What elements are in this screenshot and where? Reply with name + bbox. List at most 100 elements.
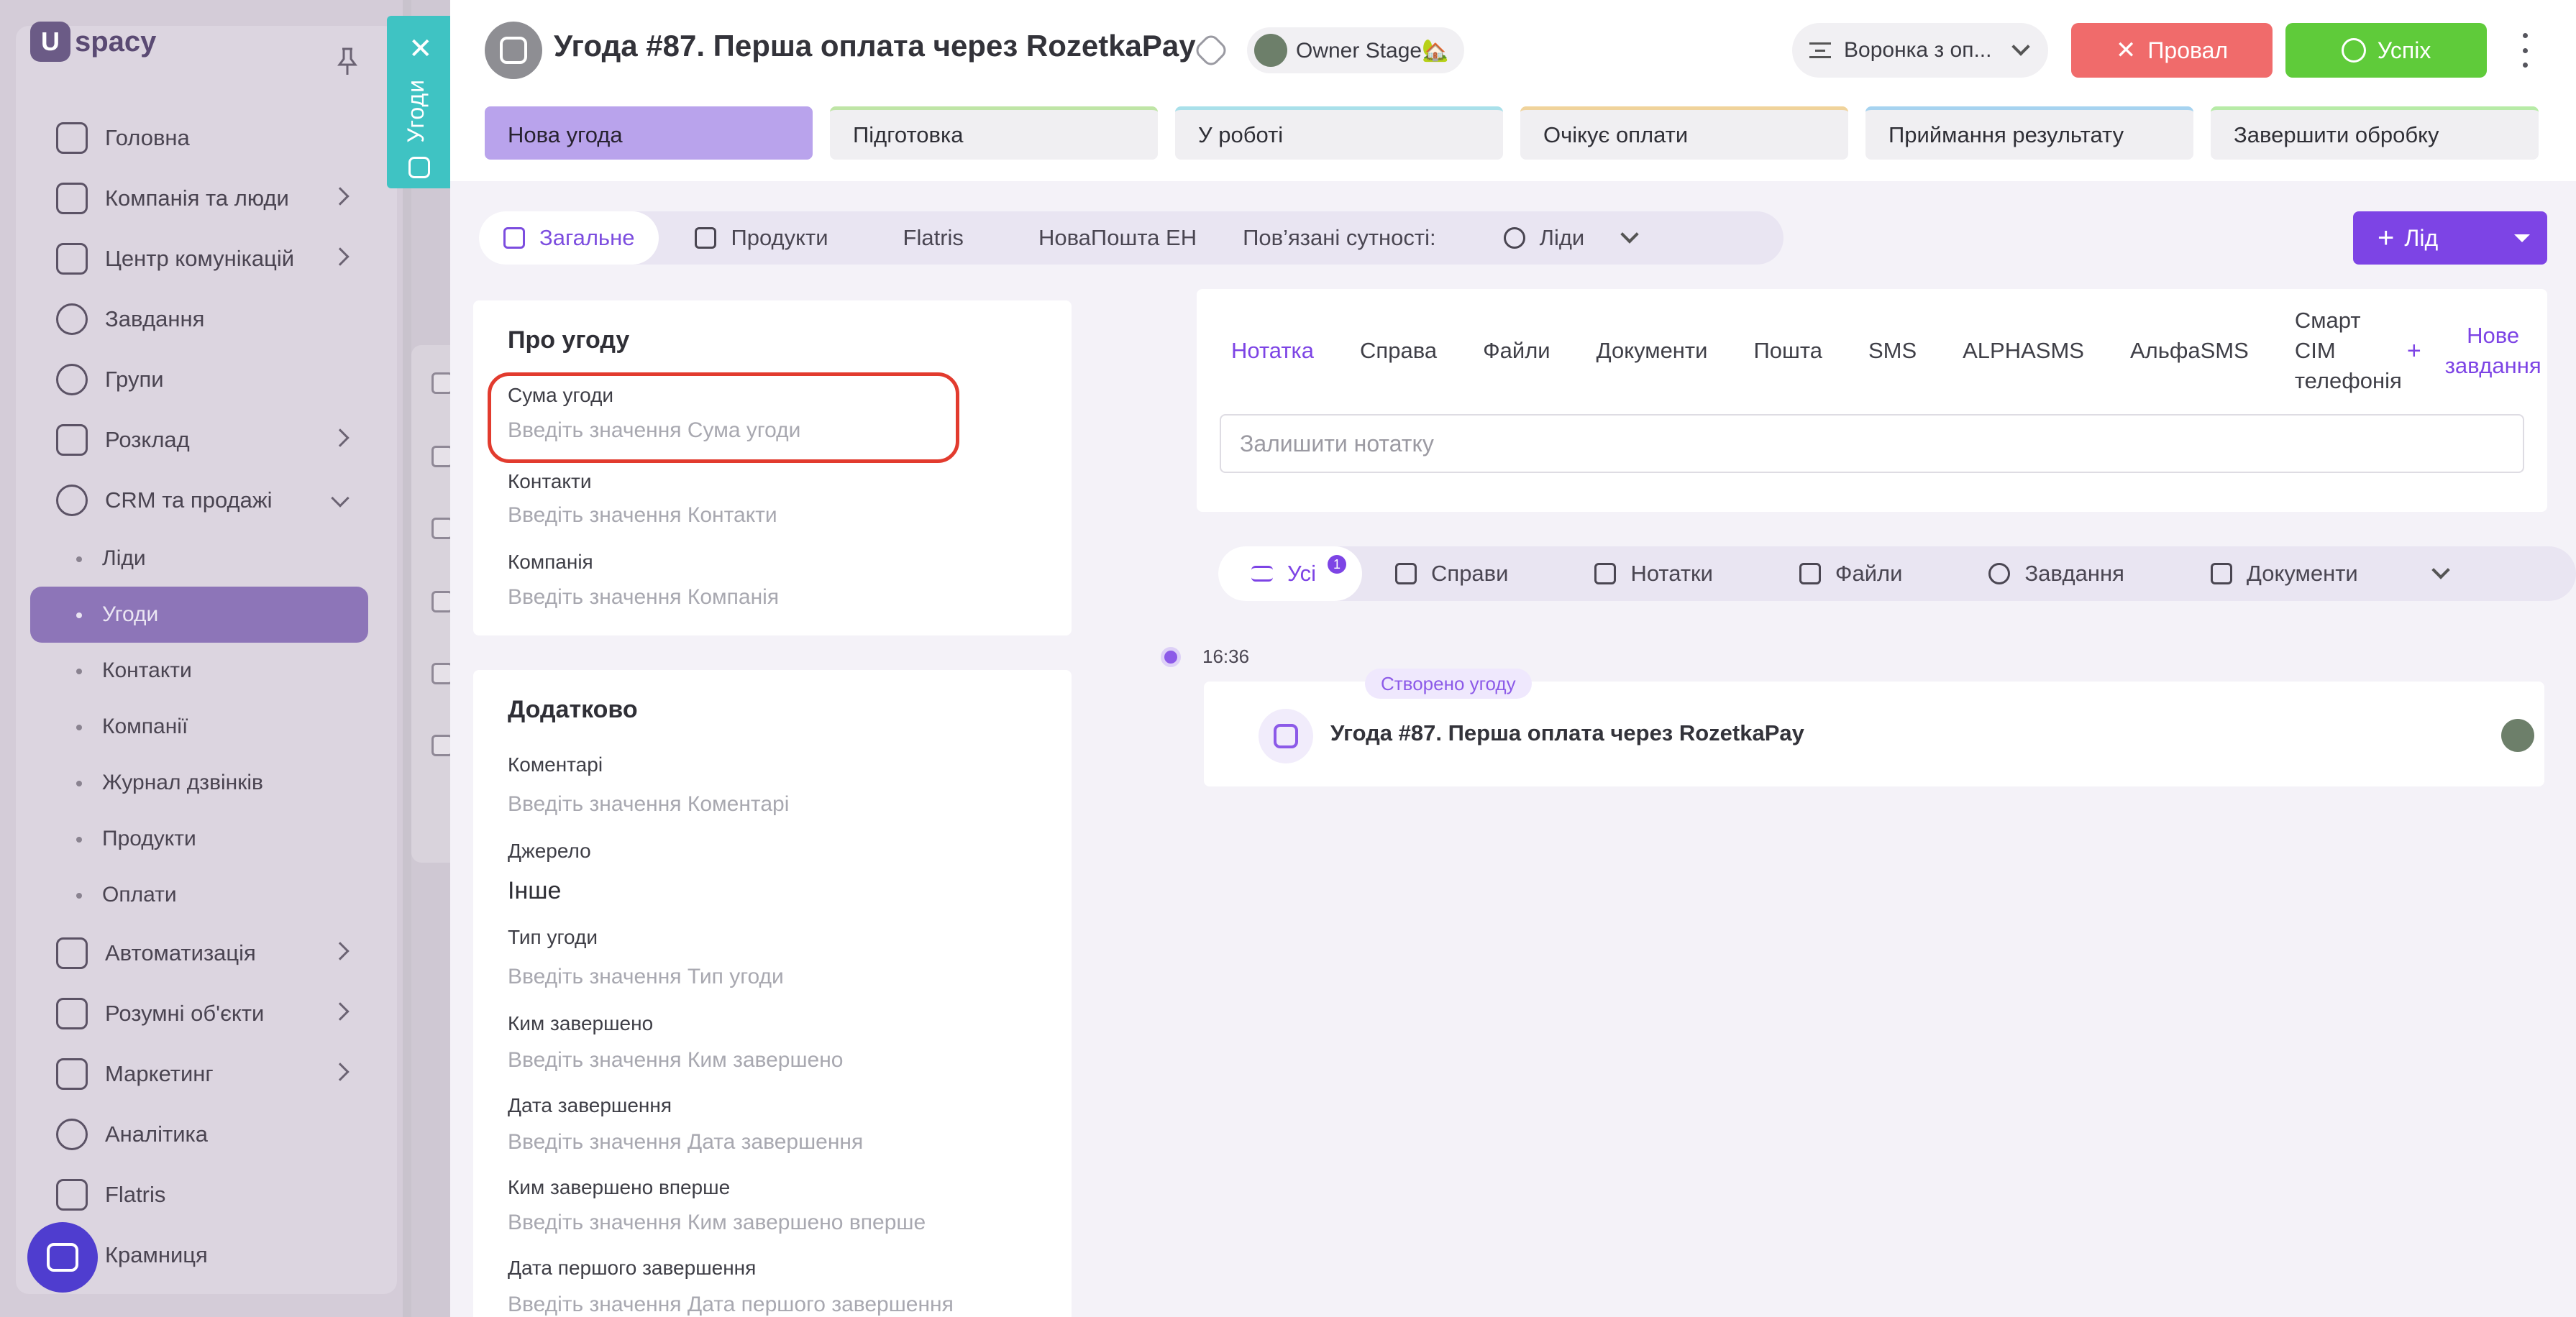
pin-icon[interactable] [337,47,358,76]
field-label-deal-type: Тип угоди [508,926,598,948]
note-input[interactable]: Залишити нотатку [1220,414,2524,473]
filter-documents[interactable]: Документи [2157,546,2391,601]
field-label-contacts: Контакти [508,470,592,492]
logo-text: spacy [75,25,157,58]
tab-leads[interactable]: Ліди [1461,211,1609,265]
tab-documents[interactable]: Документи [1597,338,1708,364]
fail-button[interactable]: ✕ Провал [2071,23,2273,78]
support-chat-button[interactable] [27,1222,98,1293]
sidebar-item-tasks[interactable]: Завдання [30,289,368,349]
chevron-down-icon [331,489,350,508]
sidebar-subitem-deals[interactable]: Угоди [30,587,368,643]
stage-result-acceptance[interactable]: Приймання результату [1865,106,2193,160]
sidebar-subitem-call-log[interactable]: Журнал дзвінків [30,755,368,811]
field-label-source: Джерело [508,840,591,862]
caret-down-icon [2514,234,2530,242]
tab-alphasms[interactable]: ALPHASMS [1963,338,2084,364]
completion-date-field[interactable]: Введіть значення Дата завершення [508,1130,863,1155]
sidebar: U spacy Головна Компанія та люди Центр к… [0,0,403,1317]
stage-preparation[interactable]: Підготовка [830,106,1158,160]
sidebar-item-company[interactable]: Компанія та люди [30,168,368,229]
add-lead-dropdown[interactable] [2497,211,2547,265]
tab-sms[interactable]: SMS [1868,338,1917,364]
filter-label: Усі [1287,561,1317,586]
sidebar-item-schedule[interactable]: Розклад [30,410,368,470]
stage-in-progress[interactable]: У роботі [1175,106,1503,160]
sidebar-subitem-payments[interactable]: Оплати [30,867,368,923]
sidebar-item-groups[interactable]: Групи [30,349,368,410]
funnel-select[interactable]: Воронка з оп... [1792,23,2048,78]
sidebar-subitem-companies[interactable]: Компанії [30,699,368,755]
sidebar-item-marketing[interactable]: Маркетинг [30,1044,368,1104]
close-icon[interactable]: ✕ [408,35,433,63]
contacts-field[interactable]: Введіть значення Контакти [508,503,777,528]
deals-side-tab[interactable]: ✕ Угоди [387,16,450,188]
first-completed-by-field[interactable]: Введіть значення Ким завершено вперше [508,1211,926,1235]
chevron-down-icon[interactable] [1620,225,1639,244]
more-menu-icon[interactable] [2514,33,2536,68]
highlight-annotation [488,372,959,463]
stage-awaiting-payment[interactable]: Очікує оплати [1520,106,1848,160]
filter-all[interactable]: Усі 1 [1218,546,1363,601]
chevron-right-icon [331,247,350,266]
source-field[interactable]: Інше [508,877,561,905]
activity-tabs: Нотатка Справа Файли Документи Пошта SMS… [1231,308,2551,393]
stage-new-deal[interactable]: Нова угода [485,106,813,160]
calendar-icon [1395,563,1417,584]
filter-files[interactable]: Файли [1746,546,1936,601]
comments-field[interactable]: Введіть значення Коментарі [508,792,789,817]
tab-case[interactable]: Справа [1360,338,1437,364]
sidebar-item-analytics[interactable]: Аналітика [30,1104,368,1165]
completed-by-field[interactable]: Введіть значення Ким завершено [508,1048,844,1073]
tab-files[interactable]: Файли [1483,338,1550,364]
sidebar-item-flatris[interactable]: Flatris [30,1165,368,1225]
sidebar-item-home[interactable]: Головна [30,108,368,168]
owner-badge[interactable]: Owner Stage🏡 [1247,27,1465,73]
field-label-completion-date: Дата завершення [508,1094,672,1116]
home-icon [56,122,88,154]
sidebar-item-communications[interactable]: Центр комунікацій [30,229,368,289]
tab-alfasms[interactable]: АльфаSMS [2130,338,2249,364]
link-icon[interactable] [1192,32,1230,69]
tab-note[interactable]: Нотатка [1231,338,1314,364]
tab-smart-sim[interactable]: Смарт СІМ телефонія [2295,306,2402,396]
filter-cases[interactable]: Справи [1362,546,1541,601]
deal-icon [500,37,527,64]
owner-name: Owner Stage🏡 [1296,38,1449,63]
status-badge: Створено угоду [1365,669,1532,699]
success-button[interactable]: Успіх [2285,23,2487,78]
sidebar-item-automation[interactable]: Автоматизація [30,923,368,983]
sidebar-subitem-products[interactable]: Продукти [30,811,368,867]
deal-icon [1259,709,1313,763]
sidebar-subitem-leads[interactable]: Ліди [30,531,368,587]
stage-finish-processing[interactable]: Завершити обробку [2211,106,2539,160]
first-completion-date-field[interactable]: Введіть значення Дата першого завершення [508,1293,954,1317]
sidebar-item-smart-objects[interactable]: Розумні об'єкти [30,983,368,1044]
success-button-label: Успіх [2377,37,2431,63]
fail-button-label: Провал [2147,37,2229,63]
list-icon [1251,566,1273,582]
add-lead-button[interactable]: + Лід [2353,211,2547,265]
count-badge: 1 [1328,555,1347,574]
logo[interactable]: U spacy [30,22,156,62]
filter-label: Файли [1835,561,1903,586]
tab-products[interactable]: Продукти [659,211,852,265]
chevron-down-icon[interactable] [2431,561,2450,579]
tab-general[interactable]: Загальне [479,211,659,265]
new-task-button[interactable]: + Нове завдання [2407,321,2551,381]
sidebar-subitem-contacts[interactable]: Контакти [30,643,368,699]
company-field[interactable]: Введіть значення Компанія [508,585,779,610]
sidebar-item-label: Flatris [105,1182,166,1207]
filter-notes[interactable]: Нотатки [1541,546,1745,601]
sidebar-item-label: Автоматизація [105,940,256,965]
filter-tasks[interactable]: Завдання [1935,546,2157,601]
new-task-label: Нове завдання [2444,323,2541,378]
database-icon [56,485,88,516]
field-label-first-completed-by: Ким завершено вперше [508,1176,731,1198]
tab-flatris[interactable]: Flatris [853,211,988,265]
deal-type-field[interactable]: Введіть значення Тип угоди [508,965,784,989]
tab-novaposhta[interactable]: НоваПошта ЕН [988,211,1221,265]
sidebar-item-crm[interactable]: CRM та продажі [30,470,368,531]
document-icon [503,227,525,249]
tab-mail[interactable]: Пошта [1753,338,1822,364]
